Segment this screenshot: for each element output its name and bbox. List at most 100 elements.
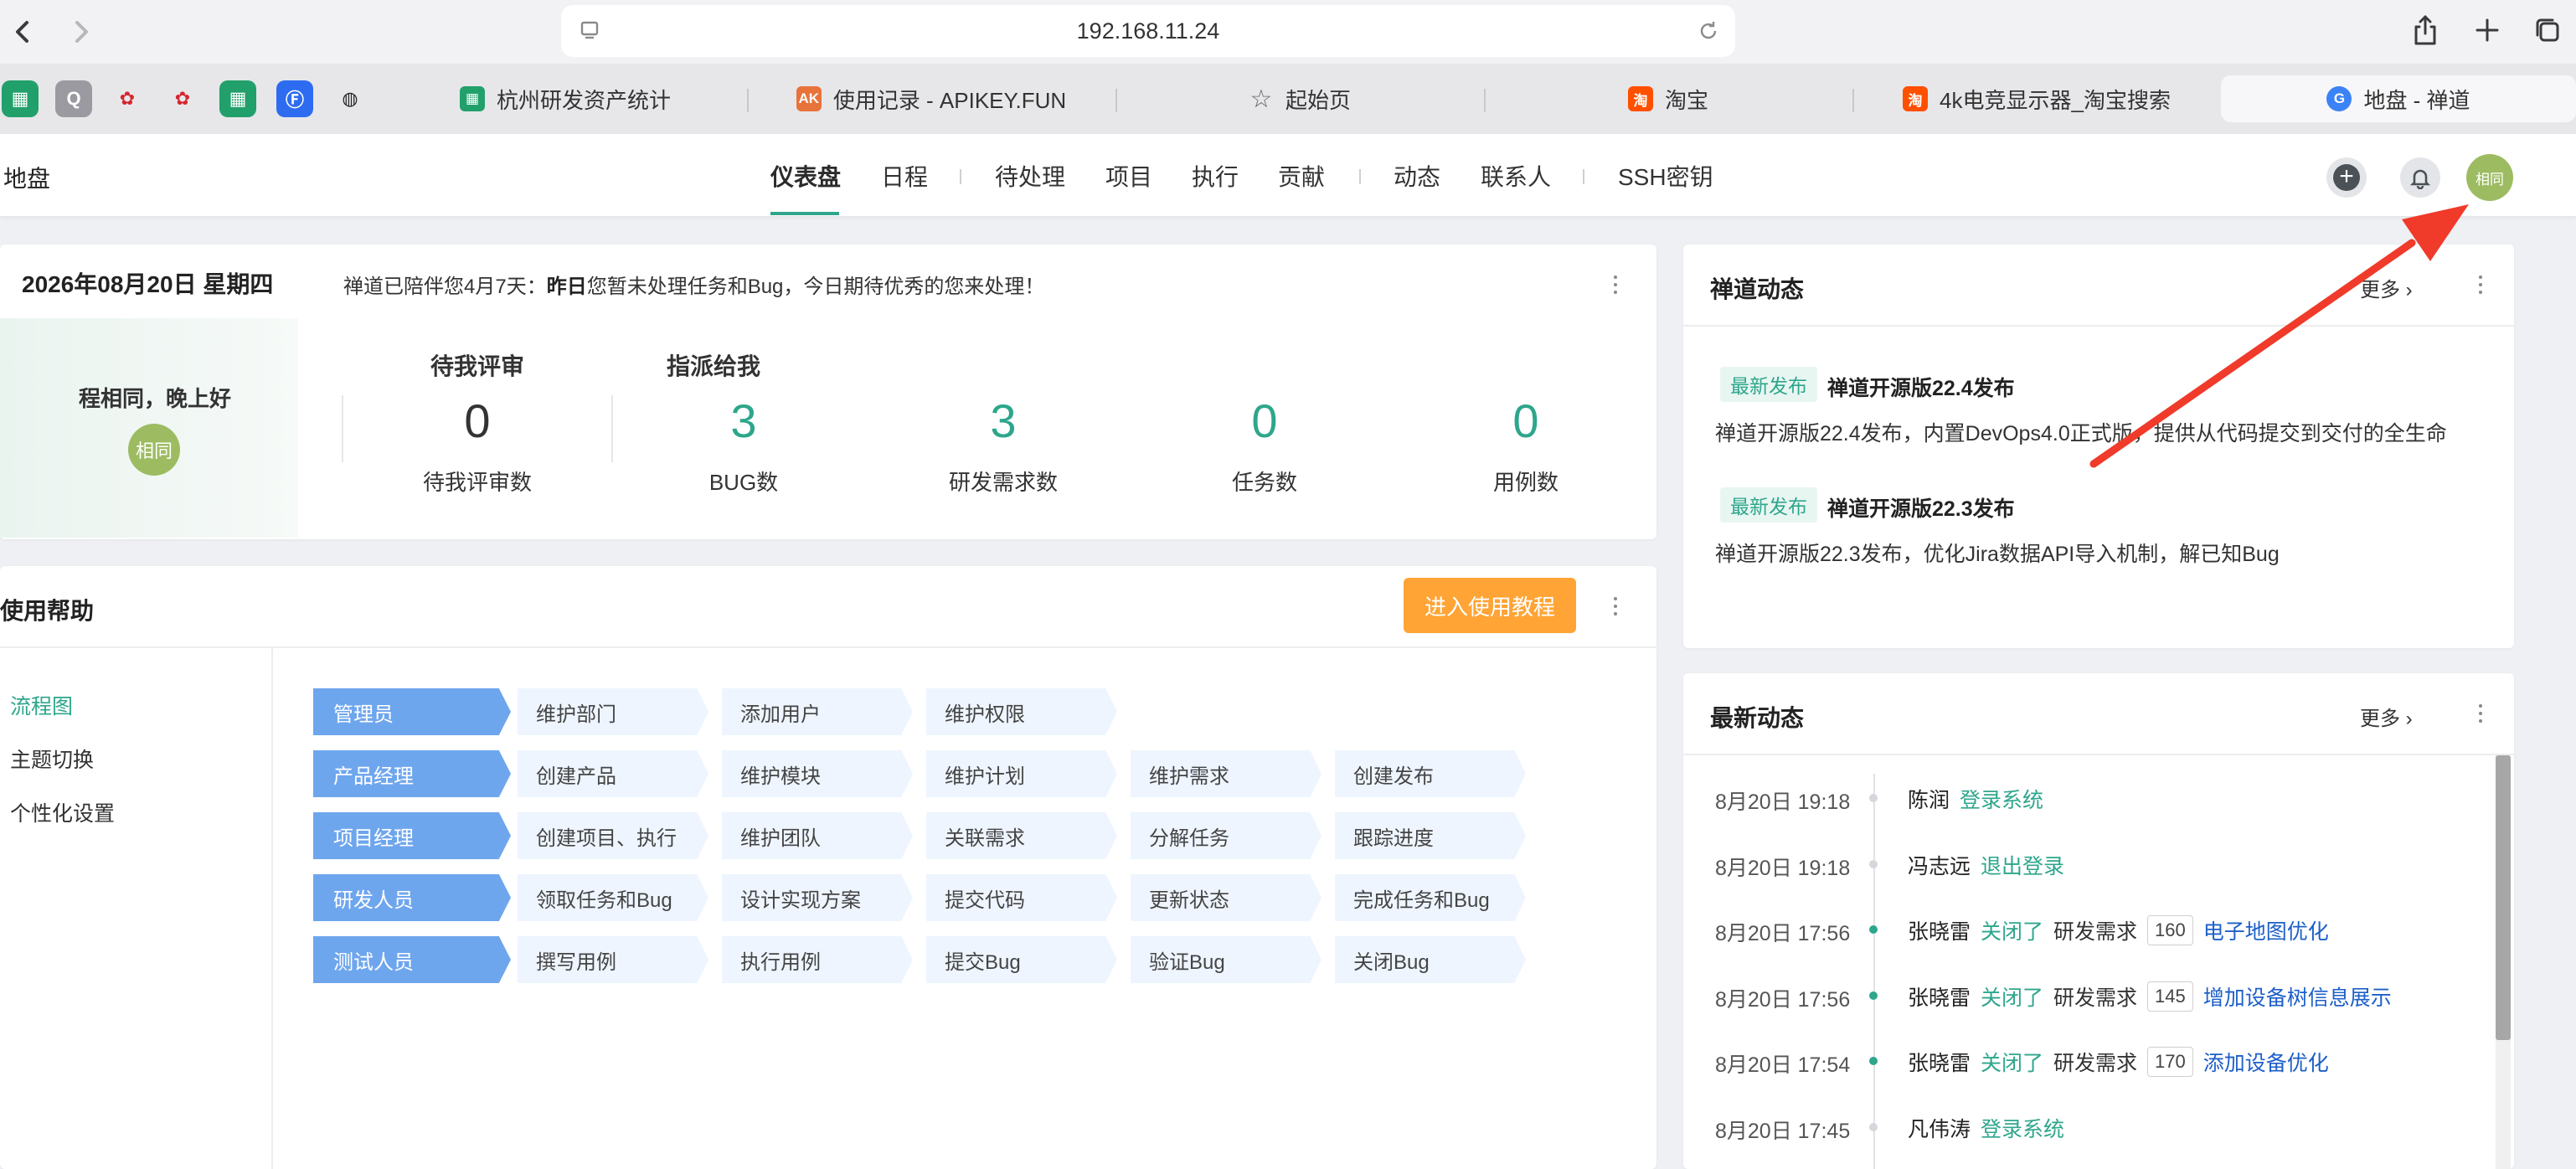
flow-step[interactable]: 维护权限 — [926, 688, 1117, 735]
menu-dashboard[interactable]: 仪表盘 — [770, 159, 841, 193]
tab-label: 起始页 — [1285, 87, 1351, 113]
scrollbar[interactable] — [2496, 755, 2511, 1169]
scrollbar-thumb[interactable] — [2496, 755, 2511, 1040]
divider — [1683, 325, 2514, 327]
flow-step[interactable]: 领取任务和Bug — [518, 874, 708, 921]
tab-divider — [1852, 89, 1854, 112]
back-icon[interactable] — [0, 8, 47, 55]
flow-step[interactable]: 验证Bug — [1131, 936, 1321, 983]
menu-todo[interactable]: 待处理 — [995, 159, 1065, 193]
tab-4[interactable]: 淘 4k电竞显示器_淘宝搜索 — [1856, 75, 2218, 122]
stat-value-story[interactable]: 3 — [903, 394, 1104, 448]
activity-object-link[interactable]: 增加设备树信息展示 — [2203, 981, 2392, 1012]
role-cell[interactable]: 测试人员 — [313, 936, 511, 983]
flow-step[interactable]: 执行用例 — [722, 936, 913, 983]
menu-dynamics[interactable]: 动态 — [1394, 159, 1440, 193]
activity-user: 张晓雷 — [1908, 1052, 1971, 1075]
share-icon[interactable] — [2409, 13, 2442, 47]
reload-icon[interactable] — [1697, 19, 1720, 43]
create-button[interactable]: + — [2326, 157, 2367, 198]
tab-3[interactable]: 淘 淘宝 — [1487, 75, 1849, 122]
role-cell[interactable]: 管理员 — [313, 688, 511, 735]
flow-step[interactable]: 关联需求 — [926, 812, 1117, 859]
address-bar[interactable]: 192.168.11.24 — [561, 5, 1735, 57]
feishu-icon[interactable]: Ⓕ — [276, 80, 313, 117]
sheets-icon[interactable]: ▦ — [219, 80, 256, 117]
url-text: 192.168.11.24 — [1076, 18, 1220, 44]
more-options-icon[interactable] — [1605, 268, 1625, 301]
sheets-icon[interactable]: ▦ — [2, 80, 39, 117]
user-avatar[interactable]: 相同 — [2466, 154, 2513, 201]
activity-content: 张晓雷 关闭了 研发需求 145 增加设备树信息展示 — [1908, 981, 2392, 1012]
flow-step[interactable]: 提交Bug — [926, 936, 1117, 983]
activity-content: 凡伟涛 登录系统 — [1908, 1113, 2064, 1143]
stat-value-review[interactable]: 0 — [377, 394, 578, 448]
flow-step[interactable]: 提交代码 — [926, 874, 1117, 921]
huawei-icon[interactable]: ✿ — [164, 80, 201, 117]
activity-object-link[interactable]: 添加设备优化 — [2203, 1047, 2329, 1077]
notification-button[interactable] — [2400, 157, 2440, 198]
flow-step[interactable]: 维护团队 — [722, 812, 913, 859]
flow-step[interactable]: 维护模块 — [722, 750, 913, 797]
flow-step[interactable]: 分解任务 — [1131, 812, 1321, 859]
flow-step[interactable]: 完成任务和Bug — [1335, 874, 1526, 921]
tab-label: 杭州研发资产统计 — [496, 87, 671, 113]
activity-time: 8月20日 17:54 — [1715, 1053, 1851, 1077]
help-nav-theme[interactable]: 主题切换 — [10, 744, 94, 774]
stat-value-task[interactable]: 0 — [1164, 394, 1365, 448]
tab-5[interactable]: G 地盘 - 禅道 — [2221, 75, 2576, 122]
flow-step[interactable]: 设计实现方案 — [722, 874, 913, 921]
greeting-text: 程相同，晚上好 — [78, 386, 231, 411]
flow-step[interactable]: 跟踪进度 — [1335, 812, 1526, 859]
more-options-icon[interactable] — [2470, 697, 2491, 730]
flow-step[interactable]: 创建项目、执行 — [518, 812, 708, 859]
flow-step[interactable]: 关闭Bug — [1335, 936, 1526, 983]
timeline-dot — [1869, 925, 1878, 934]
q-icon[interactable]: Q — [55, 80, 92, 117]
activity-object-id: 170 — [2147, 1047, 2193, 1077]
news-headline[interactable]: 禅道开源版22.3发布 — [1827, 492, 2015, 523]
role-cell[interactable]: 产品经理 — [313, 750, 511, 797]
activity-user: 张晓雷 — [1908, 986, 1971, 1010]
help-nav-personalize[interactable]: 个性化设置 — [10, 797, 115, 827]
new-tab-icon[interactable] — [2470, 13, 2504, 47]
stat-value-bug[interactable]: 3 — [643, 394, 844, 448]
news-more-link[interactable]: 更多 › — [2360, 273, 2413, 302]
tutorial-button[interactable]: 进入使用教程 — [1404, 578, 1576, 633]
role-cell[interactable]: 研发人员 — [313, 874, 511, 921]
help-nav-flowchart[interactable]: 流程图 — [10, 690, 73, 720]
page-settings-icon[interactable] — [578, 19, 601, 43]
tab-0[interactable]: ▦ 杭州研发资产统计 — [387, 75, 744, 122]
shield-icon[interactable]: ◍ — [332, 80, 368, 117]
flow-step[interactable]: 维护部门 — [518, 688, 708, 735]
forward-icon[interactable] — [57, 8, 104, 55]
menu-contacts[interactable]: 联系人 — [1481, 159, 1551, 193]
menu-ssh-key[interactable]: SSH密钥 — [1618, 159, 1713, 193]
menu-calendar[interactable]: 日程 — [881, 159, 928, 193]
menu-project[interactable]: 项目 — [1105, 159, 1152, 193]
stat-value-case[interactable]: 0 — [1425, 394, 1626, 448]
role-cell[interactable]: 项目经理 — [313, 812, 511, 859]
flow-step[interactable]: 更新状态 — [1131, 874, 1321, 921]
tab-2[interactable]: ☆ 起始页 — [1119, 75, 1481, 122]
flow-step[interactable]: 维护计划 — [926, 750, 1117, 797]
welcome-bold: 昨日 — [546, 276, 587, 298]
active-menu-indicator — [770, 212, 839, 215]
flow-step[interactable]: 创建发布 — [1335, 750, 1526, 797]
more-options-icon[interactable] — [1605, 590, 1625, 623]
flow-step[interactable]: 添加用户 — [722, 688, 913, 735]
flow-step[interactable]: 创建产品 — [518, 750, 708, 797]
activity-object-link[interactable]: 电子地图优化 — [2203, 915, 2329, 945]
menu-contribution[interactable]: 贡献 — [1278, 159, 1325, 193]
news-headline[interactable]: 禅道开源版22.4发布 — [1827, 372, 2015, 402]
activity-row: 8月20日 19:18 冯志远 退出登录 — [1683, 848, 2496, 882]
flow-step[interactable]: 维护需求 — [1131, 750, 1321, 797]
tab-1[interactable]: AK 使用记录 - APIKEY.FUN — [750, 75, 1112, 122]
activity-more-link[interactable]: 更多 › — [2360, 702, 2413, 731]
summary-panel: 2026年08月20日 星期四 禅道已陪伴您4月7天：昨日您暂未处理任务和Bug… — [0, 245, 1656, 539]
flow-step[interactable]: 撰写用例 — [518, 936, 708, 983]
tab-overview-icon[interactable] — [2531, 13, 2564, 47]
more-options-icon[interactable] — [2470, 268, 2491, 301]
huawei-icon[interactable]: ✿ — [109, 80, 146, 117]
menu-execution[interactable]: 执行 — [1192, 159, 1239, 193]
